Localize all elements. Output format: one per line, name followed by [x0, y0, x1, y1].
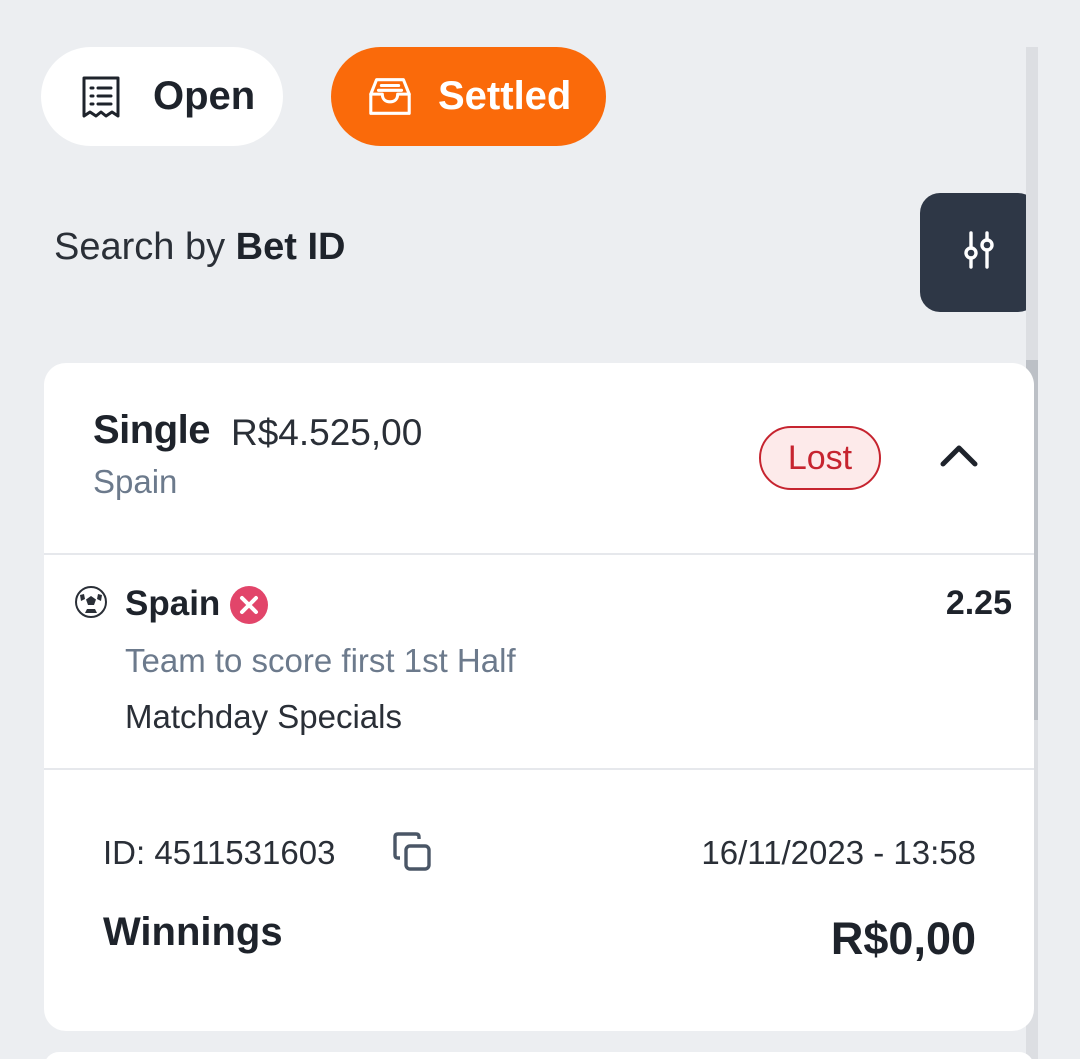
status-badge: Lost — [759, 426, 881, 490]
next-bet-card — [44, 1052, 1034, 1059]
bet-stake: R$4.525,00 — [231, 412, 423, 453]
search-prefix: Search by — [54, 226, 226, 268]
tab-settled[interactable]: Settled — [331, 47, 606, 146]
bet-id: ID: 4511531603 — [103, 834, 336, 871]
selection-market: Team to score first 1st Half — [125, 642, 516, 679]
bet-history-screen: Open Settled Search by Bet ID Single R$4… — [0, 0, 1080, 1059]
tab-open[interactable]: Open — [41, 47, 283, 146]
search-field-name: Bet ID — [235, 226, 346, 268]
selection-odds: 2.25 — [945, 584, 1012, 622]
bet-date: 16/11/2023 - 13:58 — [701, 834, 976, 871]
selection-team: Spain — [125, 584, 221, 623]
receipt-icon — [77, 73, 125, 121]
winnings-value: R$0,00 — [830, 913, 976, 964]
card-divider — [44, 768, 1034, 770]
collapse-button[interactable] — [937, 441, 981, 473]
x-circle-icon — [229, 585, 269, 625]
filter-button[interactable] — [920, 193, 1038, 312]
soccer-ball-icon — [74, 585, 108, 619]
inbox-icon — [366, 73, 414, 121]
copy-icon[interactable] — [389, 829, 437, 877]
winnings-label: Winnings — [103, 910, 283, 954]
tab-open-label: Open — [153, 74, 256, 118]
tab-settled-label: Settled — [438, 74, 572, 118]
bet-type: Single — [93, 408, 211, 452]
selection-competition: Matchday Specials — [125, 698, 402, 735]
sliders-icon — [956, 227, 1002, 278]
card-divider — [44, 553, 1034, 555]
bet-subtitle: Spain — [93, 463, 178, 500]
chevron-up-icon — [938, 441, 980, 474]
search-by-bet-id[interactable]: Search by Bet ID — [54, 226, 345, 269]
bet-card: Single R$4.525,00 Spain Lost Spain 2.25 … — [44, 363, 1034, 1031]
